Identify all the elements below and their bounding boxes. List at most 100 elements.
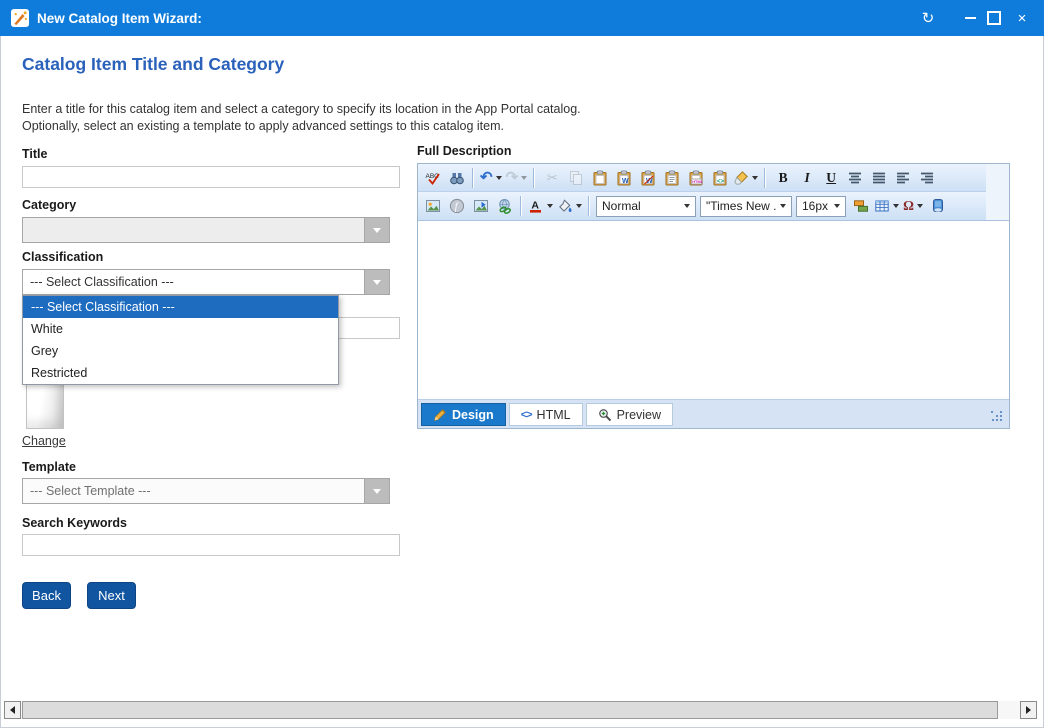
flash-manager-icon[interactable]: f: [446, 195, 468, 217]
insert-table-icon[interactable]: [874, 195, 901, 217]
design-pencil-icon: [433, 408, 447, 422]
find-and-replace-icon[interactable]: [446, 167, 468, 189]
tab-preview[interactable]: Preview: [586, 403, 673, 426]
cut-icon[interactable]: ✂: [541, 167, 563, 189]
titlebar: New Catalog Item Wizard: ↻ ×: [0, 0, 1044, 36]
category-dropdown[interactable]: [22, 217, 390, 243]
chevron-down-icon[interactable]: [364, 218, 389, 242]
minimize-icon: [965, 17, 976, 19]
classification-option[interactable]: Grey: [23, 340, 338, 362]
format-stripper-icon[interactable]: [733, 167, 760, 189]
spellcheck-icon[interactable]: ABC: [422, 167, 444, 189]
tab-html-label: HTML: [537, 408, 571, 422]
refresh-button[interactable]: ↻: [915, 0, 941, 36]
svg-text:HTML: HTML: [692, 179, 703, 184]
scrollbar-thumb[interactable]: [22, 701, 998, 719]
editor-resize-grip[interactable]: [991, 411, 1003, 423]
paste-from-word-strip-font-icon[interactable]: W: [637, 167, 659, 189]
template-value: --- Select Template ---: [23, 484, 364, 498]
category-label: Category: [22, 198, 76, 212]
change-image-link[interactable]: Change: [22, 434, 66, 448]
close-icon: ×: [1018, 11, 1027, 26]
title-input[interactable]: [22, 166, 400, 188]
classification-option[interactable]: White: [23, 318, 338, 340]
image-manager-icon[interactable]: [422, 195, 444, 217]
classification-option[interactable]: --- Select Classification ---: [23, 296, 338, 318]
media-manager-icon[interactable]: [470, 195, 492, 217]
chevron-down-icon: [780, 204, 786, 208]
description-line2: Optionally, select an existing a templat…: [22, 118, 581, 135]
rich-text-editor: ABC ↶↷ ✂ W W HTML <> BIU f A Normal "Times New ...…: [417, 163, 1010, 429]
paste-plain-text-icon[interactable]: [661, 167, 683, 189]
scroll-left-arrow-icon: [10, 706, 15, 714]
tab-design[interactable]: Design: [421, 403, 506, 426]
chevron-down-icon: [917, 204, 923, 208]
copy-icon[interactable]: [565, 167, 587, 189]
classification-dropdown-list: --- Select Classification ---WhiteGreyRe…: [22, 295, 339, 385]
paste-icon[interactable]: [589, 167, 611, 189]
background-color-icon[interactable]: [557, 195, 584, 217]
tab-design-label: Design: [452, 408, 494, 422]
chevron-down-icon: [547, 204, 553, 208]
back-button[interactable]: Back: [22, 582, 71, 609]
chevron-down-icon[interactable]: [364, 479, 389, 503]
classification-option[interactable]: Restricted: [23, 362, 338, 384]
chevron-down-icon[interactable]: [364, 270, 389, 294]
classification-dropdown[interactable]: --- Select Classification ---: [22, 269, 390, 295]
scroll-left-button[interactable]: [4, 701, 21, 719]
paste-from-word-icon[interactable]: W: [613, 167, 635, 189]
minimize-button[interactable]: [957, 0, 983, 36]
scroll-right-arrow-icon: [1026, 706, 1031, 714]
font-name-select-value: "Times New ...: [706, 199, 777, 213]
toolbar-row-2: f A Normal "Times New ... 16px Ω: [418, 192, 986, 220]
svg-text:<>: <>: [717, 179, 725, 185]
paragraph-style-select-value: Normal: [602, 199, 681, 213]
search-keywords-label: Search Keywords: [22, 516, 127, 530]
chevron-down-icon: [752, 176, 758, 180]
tab-html[interactable]: <>HTML: [509, 403, 583, 426]
paste-xml-icon[interactable]: <>: [709, 167, 731, 189]
underline-icon[interactable]: U: [820, 167, 842, 189]
chevron-down-icon: [893, 204, 899, 208]
template-label: Template: [22, 460, 76, 474]
insert-media-icon[interactable]: [927, 195, 949, 217]
foreground-color-icon[interactable]: A: [528, 195, 555, 217]
toolbar-separator: [533, 168, 535, 188]
redo-icon[interactable]: ↷: [506, 167, 530, 189]
font-size-select[interactable]: 16px: [796, 196, 846, 217]
insert-symbol-icon[interactable]: Ω: [903, 195, 925, 217]
close-button[interactable]: ×: [1009, 0, 1035, 36]
maximize-button[interactable]: [981, 0, 1007, 36]
chevron-down-icon: [684, 204, 690, 208]
window-title: New Catalog Item Wizard:: [37, 11, 202, 26]
align-right-icon[interactable]: [916, 167, 938, 189]
classification-value: --- Select Classification ---: [23, 275, 364, 289]
editor-tabstrip: Design <>HTML Preview: [418, 399, 1009, 428]
page-title: Catalog Item Title and Category: [22, 54, 284, 75]
chevron-down-icon: [496, 176, 502, 180]
bold-icon[interactable]: B: [772, 167, 794, 189]
undo-icon[interactable]: ↶: [480, 167, 504, 189]
align-justify-icon[interactable]: [868, 167, 890, 189]
svg-text:W: W: [622, 178, 629, 185]
tab-preview-label: Preview: [617, 408, 661, 422]
full-description-label: Full Description: [417, 144, 511, 158]
paste-as-html-icon[interactable]: HTML: [685, 167, 707, 189]
template-dropdown[interactable]: --- Select Template ---: [22, 478, 390, 504]
align-center-icon[interactable]: [844, 167, 866, 189]
font-name-select[interactable]: "Times New ...: [700, 196, 792, 217]
align-left-icon[interactable]: [892, 167, 914, 189]
toolbar-row-1: ABC ↶↷ ✂ W W HTML <> BIU: [418, 164, 986, 192]
horizontal-scrollbar[interactable]: [4, 701, 1037, 719]
chevron-down-icon: [576, 204, 582, 208]
editor-content-area[interactable]: [418, 221, 1009, 399]
paragraph-style-select[interactable]: Normal: [596, 196, 696, 217]
svg-text:A: A: [531, 200, 539, 212]
hyperlink-manager-icon[interactable]: [494, 195, 516, 217]
next-button[interactable]: Next: [87, 582, 136, 609]
page-description: Enter a title for this catalog item and …: [22, 101, 581, 135]
italic-icon[interactable]: I: [796, 167, 818, 189]
scroll-right-button[interactable]: [1020, 701, 1037, 719]
search-keywords-input[interactable]: [22, 534, 400, 556]
insert-code-snippet-icon[interactable]: [850, 195, 872, 217]
